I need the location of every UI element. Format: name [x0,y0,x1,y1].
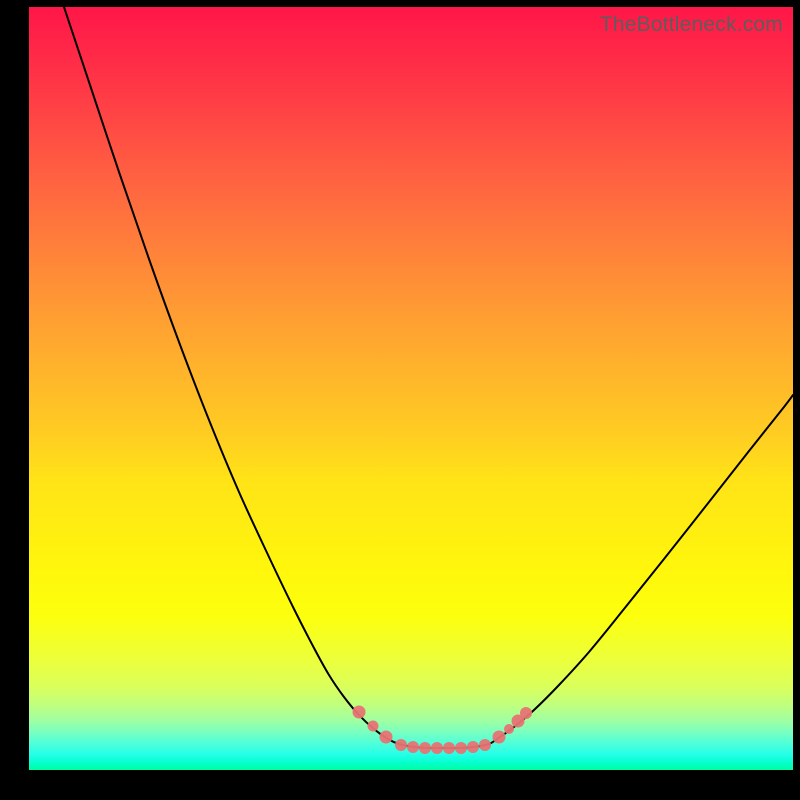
data-marker [368,721,379,732]
data-marker [395,739,407,751]
data-marker [493,731,506,744]
bottleneck-curve [64,7,793,748]
data-marker [353,706,366,719]
data-marker [520,707,532,719]
plot-area: TheBottleneck.com [29,7,793,770]
curve-svg [29,7,793,770]
data-marker [467,741,479,753]
data-marker [443,742,455,754]
data-marker [380,731,393,744]
data-marker [431,742,443,754]
data-marker [479,739,491,751]
data-marker [419,742,431,754]
chart-frame: TheBottleneck.com [0,0,800,800]
data-marker [407,741,419,753]
data-marker [504,724,514,734]
data-marker [455,742,467,754]
